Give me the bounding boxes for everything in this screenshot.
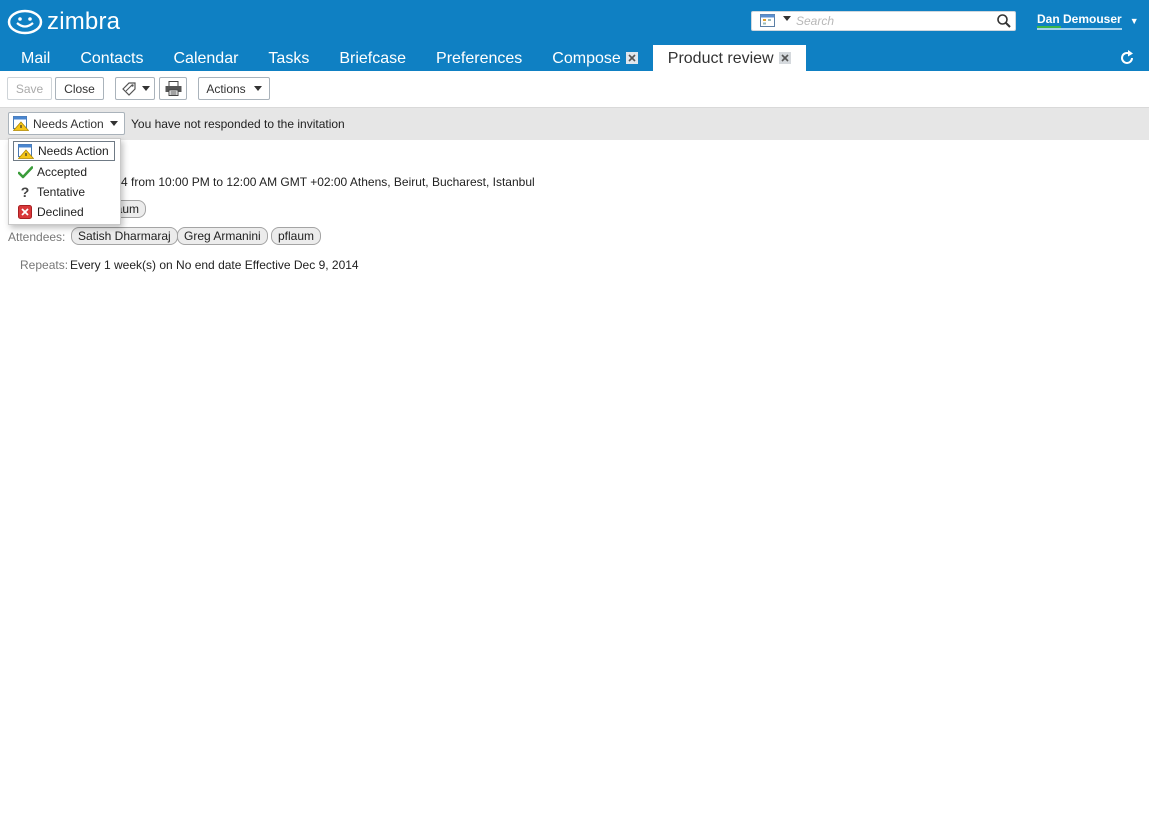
- close-tab-icon[interactable]: [778, 52, 791, 64]
- actions-menu-button[interactable]: Actions: [198, 77, 270, 100]
- attendee-chip[interactable]: pflaum: [271, 227, 322, 245]
- tab-mail[interactable]: Mail: [0, 45, 65, 71]
- tag-icon: [121, 81, 136, 96]
- needs-action-icon: [18, 143, 34, 159]
- response-status-dropdown[interactable]: Needs Action: [8, 112, 125, 135]
- tab-label: Tasks: [268, 49, 310, 67]
- zimbra-logo[interactable]: zimbra: [7, 8, 120, 36]
- appointment-time: 4 from 10:00 PM to 12:00 AM GMT +02:00 A…: [121, 175, 535, 189]
- chevron-down-icon: [109, 121, 118, 126]
- top-header: zimbra Dan Demouser ▼ Mail Contacts Cale…: [0, 0, 1149, 71]
- tag-button[interactable]: [115, 77, 155, 100]
- tab-label: Preferences: [436, 49, 523, 67]
- tab-label: Briefcase: [339, 49, 407, 67]
- menu-item-label: Needs Action: [38, 144, 109, 158]
- print-button[interactable]: [159, 77, 187, 100]
- tab-briefcase[interactable]: Briefcase: [324, 45, 421, 71]
- user-menu[interactable]: Dan Demouser ▼: [1037, 12, 1139, 30]
- tab-compose[interactable]: Compose: [537, 45, 652, 71]
- chevron-down-icon: [141, 86, 150, 91]
- question-icon: ?: [20, 184, 30, 200]
- menu-item-needs-action[interactable]: Needs Action: [13, 141, 115, 161]
- calendar-search-type-icon[interactable]: [760, 14, 775, 27]
- tab-label: Product review: [667, 49, 774, 67]
- tab-product-review[interactable]: Product review: [652, 45, 806, 71]
- tab-label: Mail: [21, 49, 51, 67]
- toolbar: Save Close Actions: [0, 71, 1149, 108]
- tab-label: Compose: [552, 49, 621, 67]
- repeats-value: Every 1 week(s) on No end date Effective…: [70, 258, 359, 272]
- chevron-down-icon: ▼: [1129, 16, 1139, 26]
- brand-name: zimbra: [47, 8, 121, 35]
- tab-calendar[interactable]: Calendar: [158, 45, 253, 71]
- tab-contacts[interactable]: Contacts: [65, 45, 158, 71]
- menu-item-label: Tentative: [37, 185, 86, 199]
- attendees-label: Attendees:: [8, 230, 66, 244]
- chevron-down-icon[interactable]: [783, 16, 791, 21]
- needs-action-icon: [13, 116, 29, 131]
- repeats-label: Repeats:: [20, 258, 69, 272]
- refresh-icon[interactable]: [1118, 49, 1136, 67]
- search-input[interactable]: [796, 13, 986, 29]
- declined-x-icon: [18, 205, 32, 219]
- invite-message: You have not responded to the invitation: [131, 117, 345, 131]
- attendee-chip[interactable]: Greg Armanini: [177, 227, 268, 245]
- search-box: [751, 11, 1016, 31]
- close-tab-icon[interactable]: [625, 52, 638, 64]
- response-status-menu: Needs Action Accepted ? Tentative Declin…: [8, 138, 121, 225]
- search-icon[interactable]: [996, 13, 1012, 29]
- close-button[interactable]: Close: [55, 77, 104, 100]
- attendee-chip[interactable]: Satish Dharmaraj: [71, 227, 178, 245]
- save-button[interactable]: Save: [7, 77, 52, 100]
- response-status-label: Needs Action: [33, 116, 104, 131]
- app-tabs: Mail Contacts Calendar Tasks Briefcase P…: [0, 45, 806, 71]
- menu-item-label: Declined: [37, 205, 84, 219]
- tab-label: Contacts: [80, 49, 144, 67]
- menu-item-tentative[interactable]: ? Tentative: [13, 182, 115, 202]
- invite-response-bar: Needs Action You have not responded to t…: [0, 108, 1149, 140]
- user-name: Dan Demouser: [1037, 12, 1122, 30]
- tab-label: Calendar: [173, 49, 239, 67]
- actions-label: Actions: [206, 81, 246, 96]
- menu-item-declined[interactable]: Declined: [13, 202, 115, 222]
- menu-item-label: Accepted: [37, 165, 88, 179]
- tab-tasks[interactable]: Tasks: [253, 45, 324, 71]
- check-icon: [17, 165, 33, 178]
- menu-item-accepted[interactable]: Accepted: [13, 162, 115, 182]
- chevron-down-icon: [253, 86, 262, 91]
- printer-icon: [165, 81, 181, 96]
- tab-preferences[interactable]: Preferences: [421, 45, 537, 71]
- zimbra-logo-icon: [7, 9, 43, 35]
